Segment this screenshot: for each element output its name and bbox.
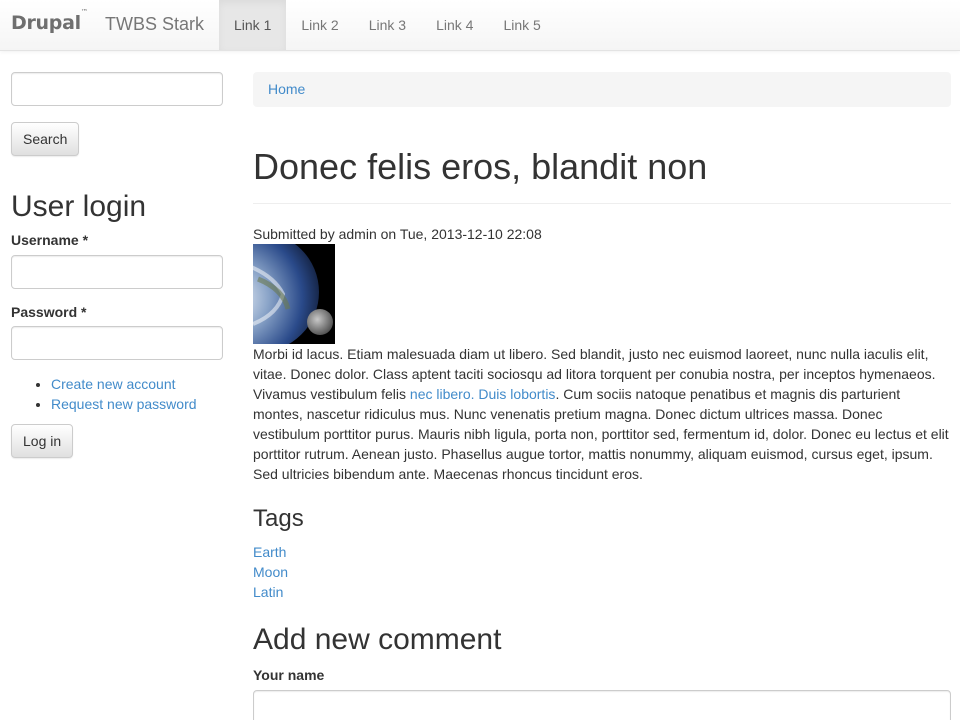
tag-latin-link[interactable]: Latin <box>253 582 951 602</box>
login-links: Create new account Request new password <box>51 374 223 414</box>
nav-link-2[interactable]: Link 2 <box>286 0 353 50</box>
username-label: Username * <box>11 232 89 248</box>
drupal-logo[interactable]: Drupal™ <box>11 8 88 38</box>
your-name-field[interactable] <box>253 689 951 720</box>
logo-trademark: ™ <box>80 7 88 16</box>
user-login-title: User login <box>11 190 147 223</box>
search-input[interactable] <box>11 72 223 106</box>
tags-list: Earth Moon Latin <box>253 542 951 602</box>
logo-text: Drupal <box>11 12 81 34</box>
sidebar: Search User login Username * Password * … <box>11 72 223 458</box>
search-button[interactable]: Search <box>11 122 80 156</box>
username-field[interactable] <box>11 255 223 289</box>
add-comment-title: Add new comment <box>253 622 502 656</box>
request-password-link[interactable]: Request new password <box>51 396 197 412</box>
tag-moon-link[interactable]: Moon <box>253 562 951 582</box>
tag-earth-link[interactable]: Earth <box>253 542 951 562</box>
nav-link-1[interactable]: Link 1 <box>219 0 287 50</box>
password-label: Password * <box>11 304 87 320</box>
tags-title: Tags <box>253 504 304 532</box>
article-body: Morbi id lacus. Etiam malesuada diam ut … <box>253 344 951 484</box>
main-content: Home Donec felis eros, blandit non Submi… <box>253 72 951 720</box>
body-inline-link[interactable]: nec libero. Duis lobortis <box>410 386 556 402</box>
page-title: Donec felis eros, blandit non <box>253 147 951 204</box>
nav-link-4[interactable]: Link 4 <box>421 0 488 50</box>
site-name-link[interactable]: TWBS Stark <box>105 14 204 35</box>
login-button[interactable]: Log in <box>11 424 74 458</box>
nav-link-5[interactable]: Link 5 <box>488 0 555 50</box>
breadcrumb-home-link[interactable]: Home <box>268 81 305 97</box>
submitted-info: Submitted by admin on Tue, 2013-12-10 22… <box>253 225 542 242</box>
password-field[interactable] <box>11 326 223 360</box>
breadcrumb: Home <box>253 72 951 107</box>
main-nav: Link 1 Link 2 Link 3 Link 4 Link 5 <box>219 0 556 50</box>
list-item: Create new account <box>51 374 223 394</box>
earth-moon-image <box>253 243 335 344</box>
list-item: Request new password <box>51 394 223 414</box>
nav-link-3[interactable]: Link 3 <box>354 0 421 50</box>
create-account-link[interactable]: Create new account <box>51 376 176 392</box>
your-name-label: Your name <box>253 666 325 683</box>
navbar: Drupal™ TWBS Stark Link 1 Link 2 Link 3 … <box>0 0 960 51</box>
